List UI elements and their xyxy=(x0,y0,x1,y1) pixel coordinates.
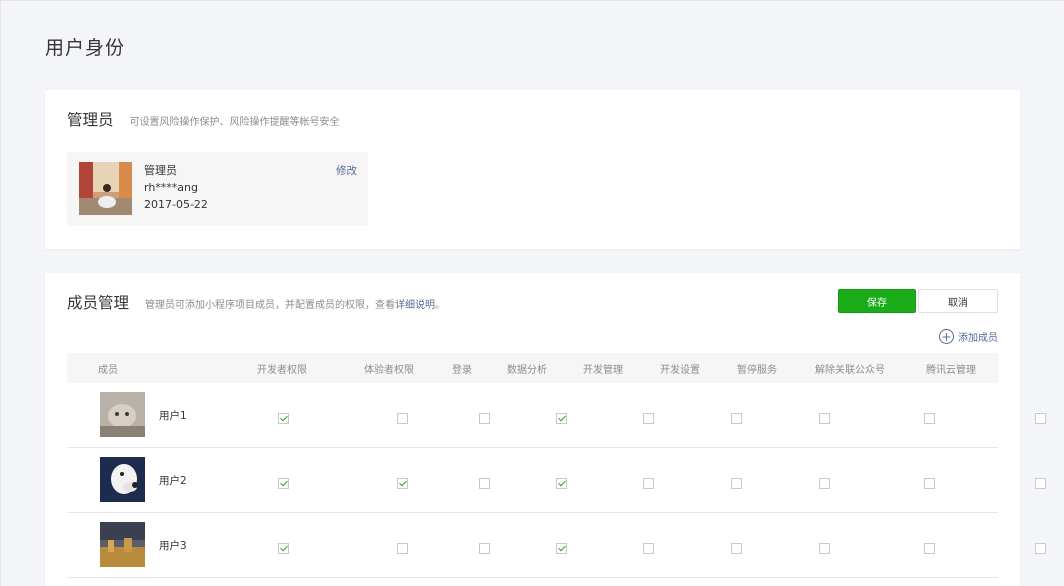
column-header: 数据分析 xyxy=(507,365,547,376)
column-header: 腾讯云管理 xyxy=(926,365,976,376)
column-header: 登录 xyxy=(452,365,472,376)
add-member-button[interactable]: + 添加成员 xyxy=(939,329,998,344)
permission-checkbox[interactable] xyxy=(556,478,567,489)
permission-checkbox[interactable] xyxy=(1035,413,1046,424)
avatar xyxy=(100,457,145,502)
column-header: 开发管理 xyxy=(583,365,623,376)
admin-card-header: 管理员 可设置风险操作保护、风险操作提醒等帐号安全 xyxy=(67,108,340,130)
user-identity-page: 用户身份 管理员 可设置风险操作保护、风险操作提醒等帐号安全 管理员 rh***… xyxy=(0,0,1064,586)
permission-checkbox[interactable] xyxy=(643,478,654,489)
admin-card-title: 管理员 xyxy=(67,111,114,129)
table-row: 用户2 xyxy=(67,448,1046,513)
cancel-button[interactable]: 取消 xyxy=(918,289,998,313)
desc-text: 管理员可添加小程序项目成员，并配置成员的权限，查看 xyxy=(145,300,396,311)
permission-checkbox[interactable] xyxy=(924,478,935,489)
admin-details: 管理员 rh****ang 2017-05-22 xyxy=(144,162,208,213)
members-table: 成员 开发者权限 体验者权限 登录 数据分析 开发管理 开发设置 暂停服务 解除… xyxy=(67,353,1046,578)
permission-checkbox[interactable] xyxy=(479,413,490,424)
permission-checkbox[interactable] xyxy=(556,543,567,554)
table-row: 用户3 xyxy=(67,513,1046,578)
details-link[interactable]: 详细说明 xyxy=(395,300,435,311)
permission-checkbox[interactable] xyxy=(278,413,289,424)
permission-checkbox[interactable] xyxy=(819,478,830,489)
avatar xyxy=(100,522,145,567)
edit-admin-link[interactable]: 修改 xyxy=(336,163,357,178)
members-card-desc: 管理员可添加小程序项目成员，并配置成员的权限，查看详细说明。 xyxy=(145,296,445,311)
member-name: 用户2 xyxy=(159,475,187,487)
permission-checkbox[interactable] xyxy=(731,478,742,489)
permission-checkbox[interactable] xyxy=(819,413,830,424)
column-header: 开发设置 xyxy=(660,365,700,376)
desc-suffix: 。 xyxy=(435,300,446,311)
column-header: 开发者权限 xyxy=(257,365,307,376)
permission-checkbox[interactable] xyxy=(479,543,490,554)
permission-checkbox[interactable] xyxy=(819,543,830,554)
permission-checkbox[interactable] xyxy=(643,413,654,424)
member-name: 用户1 xyxy=(159,410,187,422)
permission-checkbox[interactable] xyxy=(924,413,935,424)
permission-checkbox[interactable] xyxy=(924,543,935,554)
add-member-label: 添加成员 xyxy=(958,333,998,344)
plus-circle-icon: + xyxy=(939,329,954,344)
permission-checkbox[interactable] xyxy=(1035,478,1046,489)
table-row: 用户1 xyxy=(67,383,1046,448)
permission-checkbox[interactable] xyxy=(278,478,289,489)
permission-checkbox[interactable] xyxy=(278,543,289,554)
permission-checkbox[interactable] xyxy=(397,478,408,489)
permission-checkbox[interactable] xyxy=(731,543,742,554)
members-card: 成员管理 管理员可添加小程序项目成员，并配置成员的权限，查看详细说明。 保存 取… xyxy=(45,273,1046,586)
column-header: 暂停服务 xyxy=(737,365,777,376)
admin-card-desc: 可设置风险操作保护、风险操作提醒等帐号安全 xyxy=(129,117,340,128)
permission-checkbox[interactable] xyxy=(479,478,490,489)
column-header: 体验者权限 xyxy=(364,365,414,376)
save-button[interactable]: 保存 xyxy=(838,289,916,313)
permission-checkbox[interactable] xyxy=(643,543,654,554)
permission-checkbox[interactable] xyxy=(1035,543,1046,554)
permission-checkbox[interactable] xyxy=(397,413,408,424)
member-name: 用户3 xyxy=(159,540,187,552)
admin-date: 2017-05-22 xyxy=(144,198,208,211)
column-header: 解除关联公众号 xyxy=(815,365,885,376)
permission-checkbox[interactable] xyxy=(556,413,567,424)
page-title: 用户身份 xyxy=(45,37,126,59)
admin-account: rh****ang xyxy=(144,181,198,194)
admin-card: 管理员 可设置风险操作保护、风险操作提醒等帐号安全 管理员 rh****ang … xyxy=(45,90,1020,249)
permission-checkbox[interactable] xyxy=(731,413,742,424)
table-header: 成员 开发者权限 体验者权限 登录 数据分析 开发管理 开发设置 暂停服务 解除… xyxy=(67,353,998,383)
avatar xyxy=(100,392,145,437)
admin-role: 管理员 xyxy=(144,164,177,177)
admin-info-box: 管理员 rh****ang 2017-05-22 修改 xyxy=(67,152,368,226)
column-header: 成员 xyxy=(98,365,118,376)
members-card-title: 成员管理 xyxy=(67,294,130,312)
permission-checkbox[interactable] xyxy=(397,543,408,554)
avatar xyxy=(79,162,132,215)
members-card-header: 成员管理 管理员可添加小程序项目成员，并配置成员的权限，查看详细说明。 xyxy=(67,291,445,313)
